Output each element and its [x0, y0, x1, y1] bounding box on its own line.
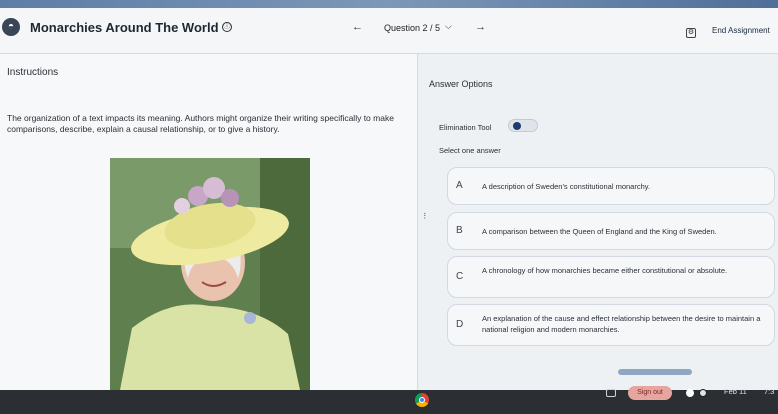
chrome-browser-icon[interactable]: [415, 393, 429, 407]
top-strip: [0, 0, 778, 8]
option-letter: D: [456, 319, 464, 330]
taskbar-highlight: [618, 369, 692, 375]
option-letter: C: [456, 271, 464, 282]
settings-icon[interactable]: ⚙: [686, 28, 696, 38]
app-logo-icon: ◓: [2, 18, 20, 36]
window-switcher-icon[interactable]: [606, 389, 616, 397]
answer-option-a[interactable]: A A description of Sweden's constitution…: [447, 167, 775, 205]
notification-icon[interactable]: [699, 389, 707, 397]
question-navigator[interactable]: Question 2 / 5: [384, 23, 440, 33]
instructions-heading: Instructions: [7, 67, 59, 78]
taskbar-date[interactable]: Feb 11: [724, 387, 747, 396]
sign-out-button[interactable]: Sign out: [628, 386, 672, 400]
answer-option-c[interactable]: C A chronology of how monarchies became …: [447, 256, 775, 298]
end-assignment-button[interactable]: End Assignment: [712, 26, 770, 35]
answer-panel: Answer Options Elimination Tool Select o…: [419, 54, 778, 390]
option-text: A comparison between the Queen of Englan…: [482, 227, 717, 236]
drag-handle-icon[interactable]: ⠇: [423, 212, 429, 221]
option-text: A chronology of how monarchies became ei…: [482, 266, 728, 275]
taskbar-time[interactable]: 7:3: [764, 387, 774, 396]
status-indicator-icon[interactable]: [686, 389, 694, 397]
chrome-center-dot: [419, 397, 425, 403]
assignment-title: Monarchies Around The World: [30, 20, 219, 35]
elimination-tool-toggle[interactable]: [508, 119, 538, 132]
elimination-tool-label: Elimination Tool: [439, 123, 492, 132]
app-header: ◓ Monarchies Around The World ⓘ ← Questi…: [0, 8, 778, 54]
chevron-down-icon[interactable]: ⌵: [445, 21, 452, 32]
answer-option-d[interactable]: D An explanation of the cause and effect…: [447, 304, 775, 346]
select-one-label: Select one answer: [439, 146, 501, 155]
queen-photo: [110, 158, 310, 390]
answer-option-b[interactable]: B A comparison between the Queen of Engl…: [447, 212, 775, 250]
option-text: An explanation of the cause and effect r…: [482, 314, 761, 334]
option-letter: A: [456, 180, 463, 191]
option-letter: B: [456, 225, 463, 236]
instructions-panel: Instructions The organization of a text …: [0, 54, 418, 390]
info-icon[interactable]: ⓘ: [222, 22, 232, 32]
previous-question-arrow-icon[interactable]: ←: [352, 21, 363, 33]
instructions-passage: The organization of a text impacts its m…: [7, 113, 394, 134]
next-question-arrow-icon[interactable]: →: [475, 21, 486, 33]
toggle-knob: [513, 122, 521, 130]
answer-options-heading: Answer Options: [429, 79, 493, 89]
option-text: A description of Sweden's constitutional…: [482, 182, 651, 191]
